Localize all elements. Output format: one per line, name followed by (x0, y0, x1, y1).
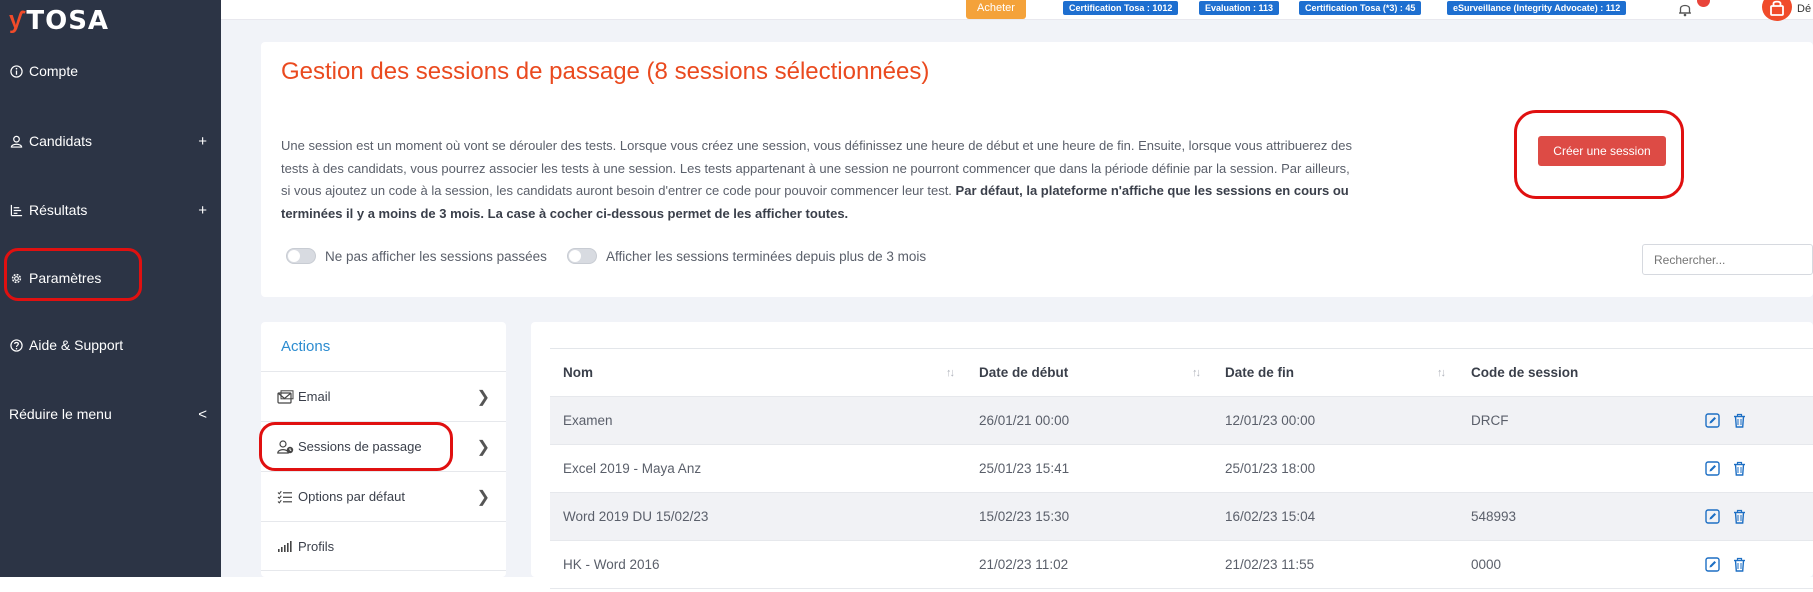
search-input[interactable] (1642, 244, 1813, 275)
chevron-right-icon: ❯ (476, 438, 490, 456)
sessions-table: Nom ↑↓ Date de début ↑↓ Date de fin ↑↓ C… (550, 348, 1813, 589)
toggle-show-old-sessions[interactable] (567, 248, 597, 264)
sidebar-item-label: Aide & Support (29, 337, 124, 353)
page-description: Une session est un moment où vont se dér… (281, 135, 1361, 225)
page-title: Gestion des sessions de passage (8 sessi… (281, 58, 930, 85)
info-icon (9, 64, 24, 79)
sidebar-item-label: Candidats (29, 133, 93, 149)
sort-icon[interactable]: ↑↓ (1437, 367, 1446, 379)
sidebar-item-compte[interactable]: Compte (0, 56, 221, 86)
badge-evaluation[interactable]: Evaluation : 113 (1199, 1, 1280, 15)
toggle-hide-past-label: Ne pas afficher les sessions passées (325, 249, 547, 264)
checklist-icon (276, 489, 294, 505)
action-item-email[interactable]: Email ❯ (261, 371, 506, 421)
edit-icon[interactable] (1705, 461, 1720, 476)
results-icon (9, 203, 24, 218)
trash-icon[interactable] (1732, 413, 1747, 428)
table-row[interactable]: Examen 26/01/21 00:00 12/01/23 00:00 DRC… (550, 397, 1813, 445)
chevron-right-icon: ❯ (476, 488, 490, 506)
edit-icon[interactable] (1705, 413, 1720, 428)
table-row[interactable]: Word 2019 DU 15/02/23 15/02/23 15:30 16/… (550, 493, 1813, 541)
sidebar-item-resultats[interactable]: Résultats + (0, 195, 221, 225)
edit-icon[interactable] (1705, 557, 1720, 572)
cell-nom: HK - Word 2016 (563, 557, 660, 572)
trash-icon[interactable] (1732, 557, 1747, 572)
badge-esurveillance[interactable]: eSurveillance (Integrity Advocate) : 112 (1447, 1, 1627, 15)
table-row[interactable]: HK - Word 2016 21/02/23 11:02 21/02/23 1… (550, 541, 1813, 589)
action-item-label: Profils (298, 538, 335, 554)
sidebar-item-label: Résultats (29, 202, 88, 218)
column-header-date-debut[interactable]: Date de début (979, 365, 1068, 380)
action-item-profils[interactable]: Profils (261, 521, 506, 571)
cell-code-session: 548993 (1471, 509, 1517, 524)
trash-icon[interactable] (1732, 461, 1747, 476)
actions-title: Actions (281, 338, 331, 355)
table-row[interactable]: Excel 2019 - Maya Anz 25/01/23 15:41 25/… (550, 445, 1813, 493)
cell-date-debut: 26/01/21 00:00 (979, 413, 1070, 428)
expand-plus-icon[interactable]: + (198, 133, 207, 150)
cell-code-session: 0000 (1471, 557, 1502, 572)
expand-plus-icon[interactable]: + (198, 202, 207, 219)
cell-date-fin: 25/01/23 18:00 (1225, 461, 1316, 476)
sidebar-item-label: Réduire le menu (9, 406, 112, 422)
signal-bars-icon (276, 538, 294, 554)
cell-date-fin: 21/02/23 11:55 (1225, 557, 1315, 572)
app-root: ƴ TOSA Compte Candidats + Résultats + Pa… (0, 0, 1813, 592)
cell-date-debut: 21/02/23 11:02 (979, 557, 1069, 572)
column-header-code-session[interactable]: Code de session (1471, 365, 1578, 380)
cell-date-fin: 16/02/23 15:04 (1225, 509, 1316, 524)
cell-date-fin: 12/01/23 00:00 (1225, 413, 1316, 428)
chevron-right-icon: ❯ (476, 388, 490, 406)
cell-code-session: DRCF (1471, 413, 1509, 428)
bell-icon[interactable] (1677, 1, 1693, 17)
tosa-logo[interactable]: ƴ TOSA (9, 6, 109, 36)
help-icon (9, 338, 24, 353)
action-item-label: Email (298, 389, 331, 404)
logo-mark-icon: ƴ (9, 7, 23, 34)
cell-date-debut: 15/02/23 15:30 (979, 509, 1070, 524)
cell-nom: Excel 2019 - Maya Anz (563, 461, 702, 476)
column-header-date-fin[interactable]: Date de fin (1225, 365, 1294, 380)
user-icon (9, 134, 24, 149)
edit-icon[interactable] (1705, 509, 1720, 524)
table-header-row: Nom ↑↓ Date de début ↑↓ Date de fin ↑↓ C… (550, 349, 1813, 397)
toggle-hide-past-sessions[interactable] (286, 248, 316, 264)
sort-icon[interactable]: ↑↓ (1192, 367, 1201, 379)
badge-certification-tosa[interactable]: Certification Tosa : 1012 (1063, 1, 1179, 15)
sidebar-item-label: Compte (29, 63, 79, 79)
badge-certification-tosa-3[interactable]: Certification Tosa (*3) : 45 (1299, 1, 1422, 15)
sidebar: ƴ TOSA Compte Candidats + Résultats + Pa… (0, 0, 221, 577)
logo-text: TOSA (26, 6, 110, 36)
toggle-show-old-label: Afficher les sessions terminées depuis p… (606, 249, 927, 264)
column-header-nom[interactable]: Nom (563, 365, 593, 380)
sidebar-item-reduire-menu[interactable]: Réduire le menu < (0, 399, 221, 429)
collapse-chevron-icon[interactable]: < (198, 406, 207, 423)
sort-icon[interactable]: ↑↓ (946, 367, 955, 379)
email-icon (276, 389, 294, 405)
trash-icon[interactable] (1732, 509, 1747, 524)
sidebar-item-aide-support[interactable]: Aide & Support (0, 330, 221, 360)
user-name[interactable]: Dé (1797, 3, 1811, 15)
highlight-sessions-passage (259, 422, 453, 471)
action-item-options-defaut[interactable]: Options par défaut ❯ (261, 471, 506, 521)
cell-nom: Examen (563, 413, 613, 428)
cell-nom: Word 2019 DU 15/02/23 (563, 509, 709, 524)
user-avatar[interactable] (1762, 0, 1792, 21)
highlight-parametres (4, 248, 142, 301)
action-item-label: Options par défaut (298, 489, 405, 504)
cell-date-debut: 25/01/23 15:41 (979, 461, 1070, 476)
buy-button[interactable]: Acheter (966, 0, 1026, 19)
sidebar-item-candidats[interactable]: Candidats + (0, 126, 221, 156)
highlight-create-session (1514, 110, 1684, 199)
